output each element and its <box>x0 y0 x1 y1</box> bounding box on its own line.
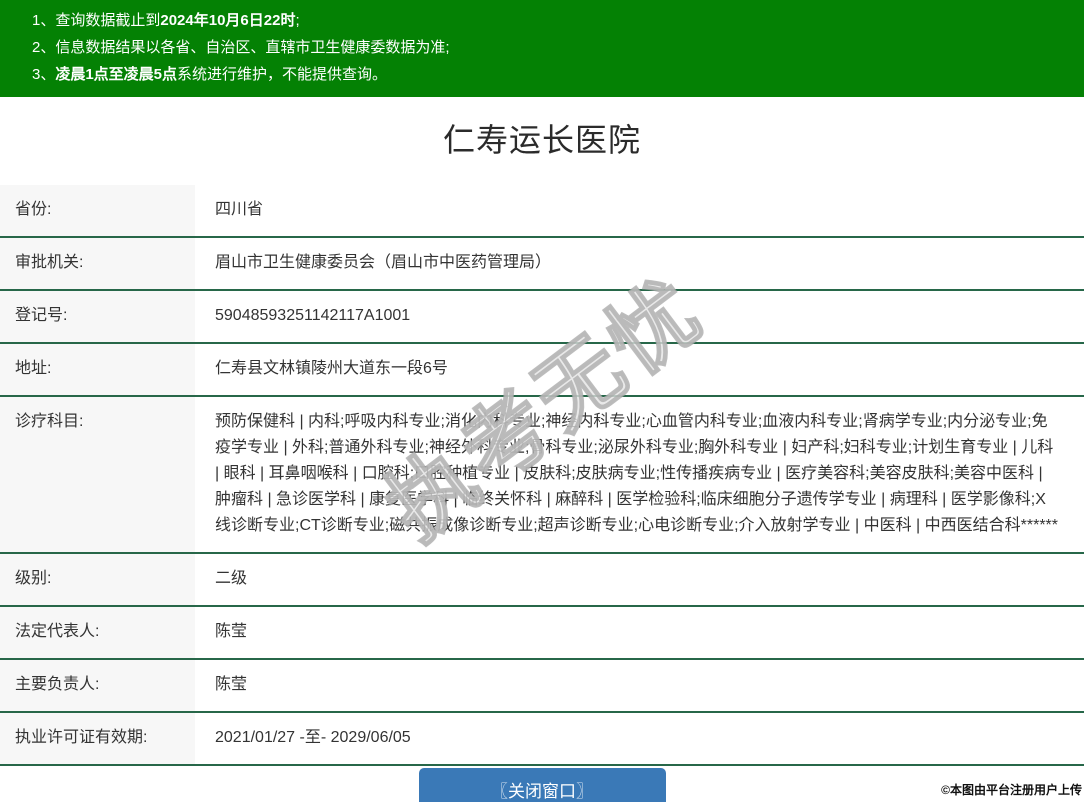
table-row-license-validity: 执业许可证有效期: 2021/01/27 -至- 2029/06/05 <box>0 712 1084 765</box>
notice-number: 1、 <box>32 12 56 29</box>
notice-line-1: 1、查询数据截止到2024年10月6日22时; <box>32 7 1074 34</box>
notice-text-bold: 2024年10月6日22时 <box>160 12 296 29</box>
row-value: 眉山市卫生健康委员会（眉山市中医药管理局） <box>215 254 552 271</box>
notice-text: 系统进行维护，不能提供查询。 <box>177 66 388 83</box>
row-label: 地址: <box>0 343 195 396</box>
table-row-legal-representative: 法定代表人: 陈莹 <box>0 606 1084 659</box>
row-label: 省份: <box>0 185 195 237</box>
table-row-province: 省份: 四川省 <box>0 185 1084 237</box>
row-value: 四川省 <box>215 201 264 218</box>
notice-text-bold: 凌晨1点至凌晨5点 <box>55 66 178 83</box>
notice-text: 查询数据截止到 <box>55 12 161 29</box>
row-value: 2021/01/27 -至- 2029/06/05 <box>215 729 411 746</box>
notice-number: 3、 <box>32 66 56 83</box>
button-row: 〖关闭窗口〗 <box>0 768 1084 802</box>
row-value: 陈莹 <box>215 623 248 640</box>
row-value: 二级 <box>215 570 248 587</box>
row-value: 59048593251142117A1001 <box>215 307 411 324</box>
table-row-address: 地址: 仁寿县文林镇陵州大道东一段6号 <box>0 343 1084 396</box>
notice-bar: 1、查询数据截止到2024年10月6日22时; 2、信息数据结果以各省、自治区、… <box>0 0 1084 97</box>
close-window-button[interactable]: 〖关闭窗口〗 <box>418 768 666 802</box>
notice-text: 信息数据结果以各省、自治区、直辖市卫生健康委数据为准; <box>55 39 450 56</box>
page-title: 仁寿运长医院 <box>442 122 641 158</box>
copyright-note: ©本图由平台注册用户上传 <box>941 783 1082 797</box>
notice-number: 2、 <box>32 39 56 56</box>
row-value: 陈莹 <box>215 676 248 693</box>
row-label: 法定代表人: <box>0 606 195 659</box>
table-row-diagnosis-subjects: 诊疗科目: 预防保健科 | 内科;呼吸内科专业;消化内科专业;神经内科专业;心血… <box>0 396 1084 553</box>
row-label: 诊疗科目: <box>0 396 195 553</box>
row-label: 执业许可证有效期: <box>0 712 195 765</box>
row-value: 预防保健科 | 内科;呼吸内科专业;消化内科专业;神经内科专业;心血管内科专业;… <box>215 413 1059 534</box>
table-row-level: 级别: 二级 <box>0 553 1084 606</box>
notice-text: ; <box>295 12 300 29</box>
hospital-info-table: 省份: 四川省 审批机关: 眉山市卫生健康委员会（眉山市中医药管理局） 登记号:… <box>0 185 1084 766</box>
table-row-approval-authority: 审批机关: 眉山市卫生健康委员会（眉山市中医药管理局） <box>0 237 1084 290</box>
row-value: 仁寿县文林镇陵州大道东一段6号 <box>215 360 448 377</box>
notice-line-3: 3、凌晨1点至凌晨5点系统进行维护，不能提供查询。 <box>32 61 1074 88</box>
row-label: 级别: <box>0 553 195 606</box>
notice-line-2: 2、信息数据结果以各省、自治区、直辖市卫生健康委数据为准; <box>32 34 1074 61</box>
table-row-registration-number: 登记号: 59048593251142117A1001 <box>0 290 1084 343</box>
row-label: 审批机关: <box>0 237 195 290</box>
table-row-main-responsible-person: 主要负责人: 陈莹 <box>0 659 1084 712</box>
row-label: 主要负责人: <box>0 659 195 712</box>
row-label: 登记号: <box>0 290 195 343</box>
